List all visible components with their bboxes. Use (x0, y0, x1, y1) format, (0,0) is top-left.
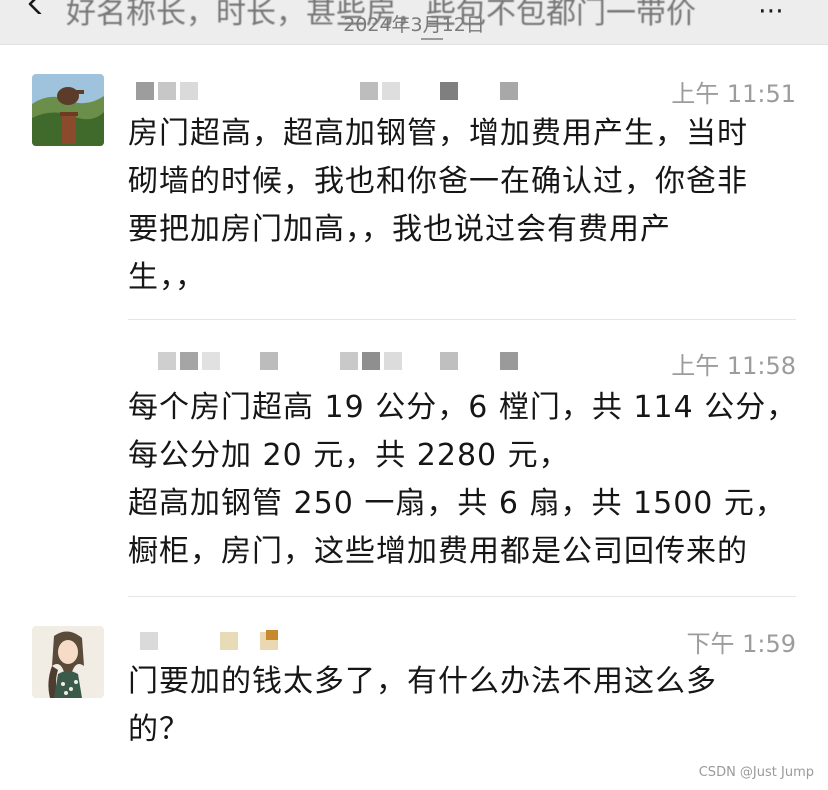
message-line: 房门超高，超高加钢管，增加费用产生，当时 (128, 116, 748, 151)
watermark: CSDN @Just Jump (698, 765, 814, 780)
message-time: 上午 11:58 (671, 352, 796, 380)
message-time: 上午 11:51 (671, 80, 796, 108)
message-line: 砌墙的时候，我也和你爸一在确认过，你爸非 (128, 164, 748, 199)
message-item: 上午 11:51 房门超高，超高加钢管，增加费用产生，当时 砌墙的时候，我也和你… (0, 70, 828, 320)
message-line: 要把加房门加高，，我也说过会有费用产 (128, 212, 671, 247)
message-line: 的？ (128, 712, 190, 747)
avatar[interactable] (32, 626, 104, 698)
message-text[interactable]: 每个房门超高 19 公分，6 樘门，共 114 公分， 每公分加 20 元，共 … (128, 384, 798, 576)
avatar-landscape-image (32, 74, 104, 146)
avatar[interactable] (32, 74, 104, 146)
message-line: 生，， (128, 260, 206, 295)
message-line: 橱柜，房门，这些增加费用都是公司回传来的 (128, 534, 748, 569)
message-text[interactable]: 房门超高，超高加钢管，增加费用产生，当时 砌墙的时候，我也和你爸一在确认过，你爸… (128, 110, 793, 302)
message-line: 每公分加 20 元，共 2280 元， (128, 438, 570, 473)
message-item: 上午 11:58 每个房门超高 19 公分，6 樘门，共 114 公分， 每公分… (0, 340, 828, 595)
date-label: 2024年3月12日 (343, 14, 485, 36)
message-line: 超高加钢管 250 一扇，共 6 扇，共 1500 元， (128, 486, 786, 521)
message-divider (128, 596, 796, 597)
message-line: 每个房门超高 19 公分，6 樘门，共 114 公分， (128, 390, 798, 425)
date-underline (421, 38, 443, 40)
avatar-girl-illustration (32, 626, 104, 698)
chat-header: 好名称长，时长，甚些房，些包不包都门一带价 ⋯ 2024年3月12日 (0, 0, 828, 45)
message-line: 门要加的钱太多了，有什么办法不用这么多 (128, 664, 717, 699)
message-time: 下午 1:59 (686, 630, 796, 658)
message-item: 下午 1:59 门要加的钱太多了，有什么办法不用这么多 的？ (0, 618, 828, 768)
message-divider (128, 319, 796, 320)
message-text[interactable]: 门要加的钱太多了，有什么办法不用这么多 的？ (128, 658, 793, 754)
